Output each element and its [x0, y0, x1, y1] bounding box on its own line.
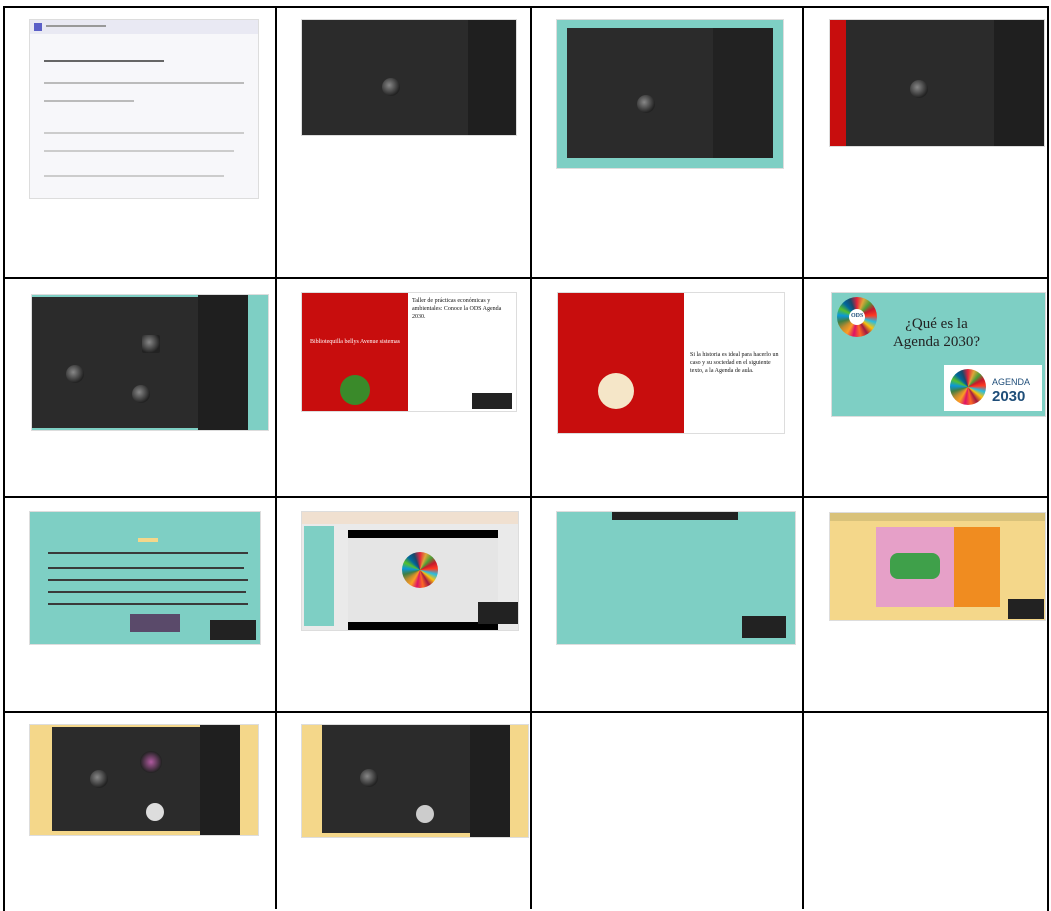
logo-year: 2030	[992, 388, 1026, 405]
thumbnail-video-call-red	[830, 20, 1044, 146]
grid-divider	[3, 496, 1047, 498]
thumbnail-slide-red: Bibliotequilla bellys Avenue sistemas Ta…	[302, 293, 516, 411]
grid-divider	[275, 6, 277, 909]
thumbnail-teams-form	[30, 20, 258, 198]
thumbnail-video-call	[302, 20, 516, 135]
logo-word: AGENDA	[992, 377, 1031, 387]
grid-divider	[3, 277, 1047, 279]
grid-divider	[3, 711, 1047, 713]
slide-body: Si la historia es ideal para hacerlo un …	[690, 352, 779, 374]
grid-divider	[802, 6, 804, 909]
thumbnail-video-call-settings	[557, 20, 783, 168]
thumbnail-video-call-participants	[32, 295, 268, 430]
thumbnail-video-call-yellow-2	[302, 725, 528, 837]
thumbnail-agenda-2030: ODS ¿Qué es la Agenda 2030? AGENDA 2030	[832, 293, 1045, 416]
slide-title: ¿Qué es la Agenda 2030?	[892, 316, 981, 350]
grid-divider	[530, 6, 532, 909]
thumbnail-slide-teal-list	[30, 512, 260, 644]
slide-badge: ODS	[851, 313, 864, 319]
thumbnail-video-call-yellow	[30, 725, 258, 835]
thumbnail-slide-yellow	[830, 513, 1045, 620]
thumbnail-slide-teal-blank	[557, 512, 795, 644]
thumbnail-slide-editor	[302, 512, 518, 630]
thumbnail-slide-red-2: Si la historia es ideal para hacerlo un …	[558, 293, 784, 433]
slide-title: Bibliotequilla bellys Avenue sistemas	[309, 339, 401, 345]
slide-body: Taller de prácticas económicas y ambient…	[412, 298, 502, 320]
